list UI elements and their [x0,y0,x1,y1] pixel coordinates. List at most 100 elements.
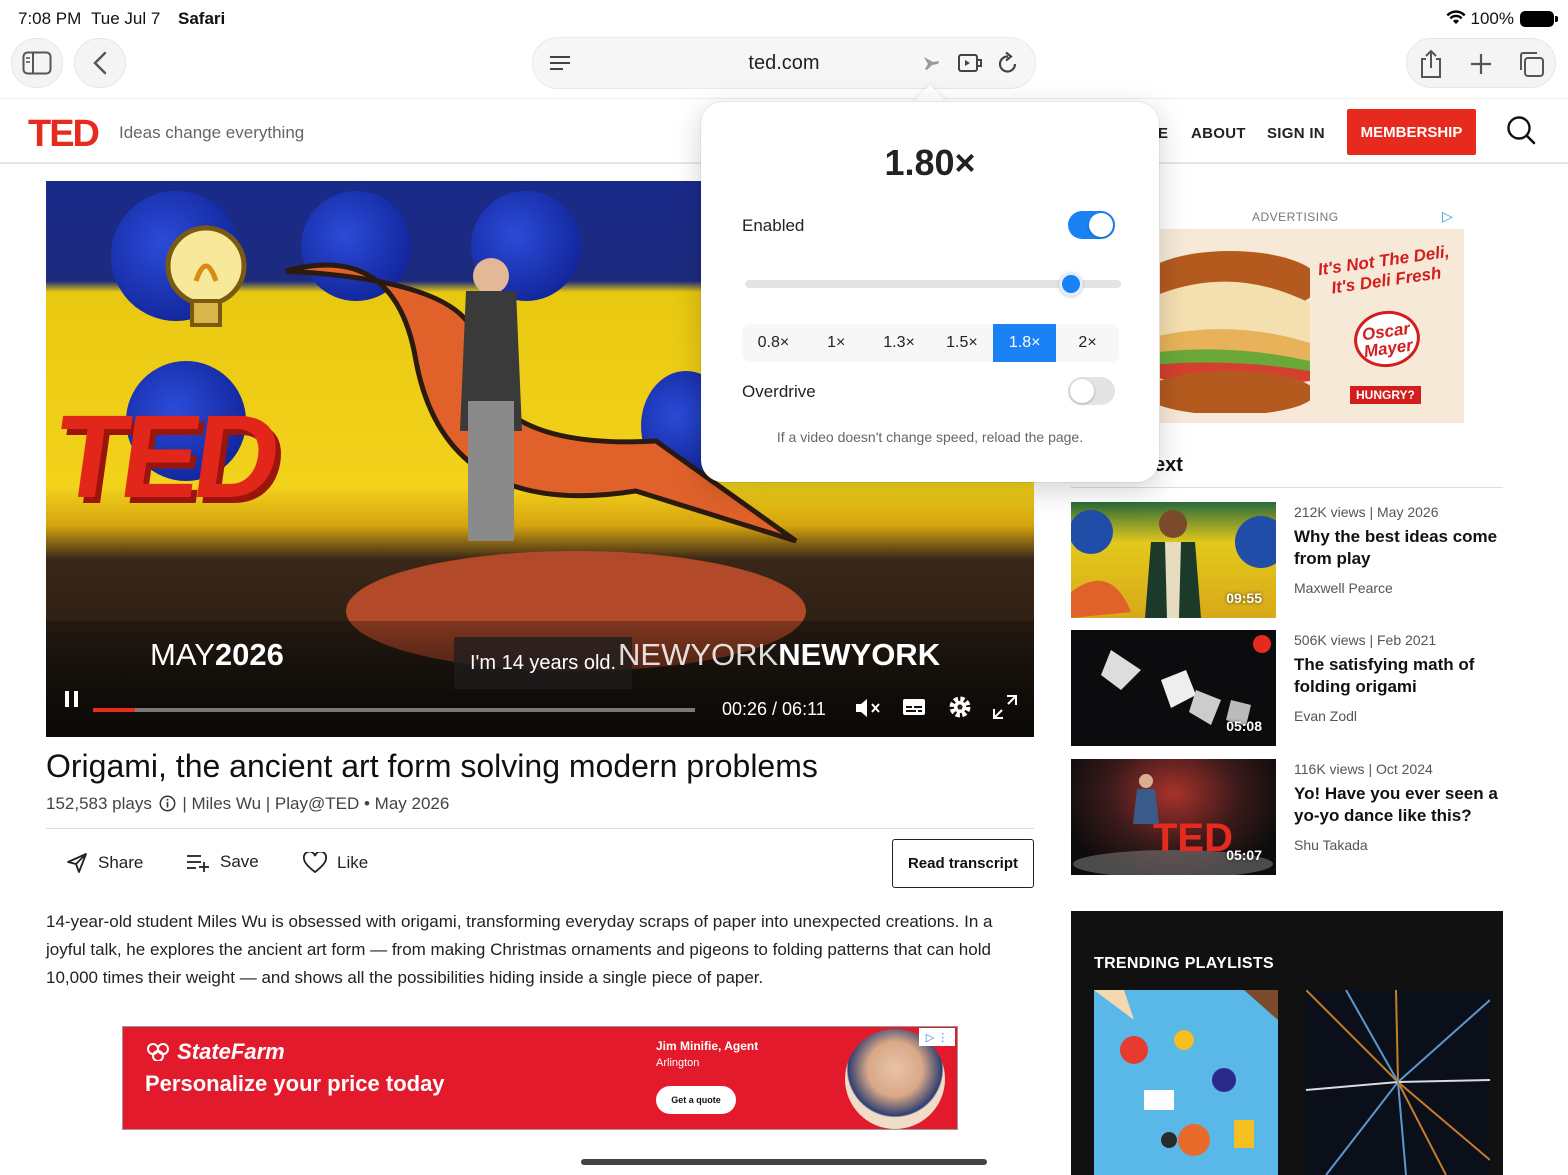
wifi-icon [1446,10,1466,24]
speed-extension-icon[interactable] [957,51,983,75]
video-duration: 05:07 [1226,847,1262,863]
statefarm-ad-banner[interactable]: StateFarm Personalize your price today J… [122,1026,958,1130]
mute-icon[interactable] [854,697,882,719]
site-tagline: Ideas change everything [119,123,305,142]
toolbar-right-group [1406,38,1556,88]
talk-meta-rest: | Miles Wu | Play@TED • May 2026 [182,794,450,813]
video-thumbnail[interactable]: 09:55 [1071,502,1276,618]
talk-title: Origami, the ancient art form solving mo… [46,748,818,784]
video-duration: 09:55 [1226,590,1262,606]
overdrive-toggle[interactable] [1068,377,1115,405]
advertising-label: ADVERTISING [1252,210,1339,224]
status-app: Safari [178,9,226,28]
up-next-item[interactable]: 09:55 212K views | May 2026 Why the best… [1071,502,1503,618]
speed-preset-2[interactable]: 1.3× [868,324,931,362]
fullscreen-icon[interactable] [992,694,1018,720]
video-controls: 00:26 / 06:11 [46,681,1034,737]
captions-icon[interactable] [902,697,926,717]
settings-gear-icon[interactable] [948,695,972,719]
video-overlay-date: MAY2026 [150,637,284,673]
video-title[interactable]: The satisfying math of folding origami [1294,654,1504,698]
share-label: Share [98,853,144,872]
video-meta: 212K views | May 2026 [1294,504,1439,520]
new-tab-icon[interactable] [1469,52,1493,76]
video-speaker: Evan Zodl [1294,708,1358,724]
up-next-item[interactable]: 05:08 506K views | Feb 2021 The satisfyi… [1071,630,1503,746]
address-bar[interactable]: ted.com [532,37,1036,89]
statefarm-logo: StateFarm [145,1039,285,1065]
video-title[interactable]: Why the best ideas come from play [1294,526,1504,570]
video-progress-bar[interactable] [93,708,695,712]
stage-ted-sign: TED [46,391,284,523]
up-next-item[interactable]: TED 05:07 116K views | Oct 2024 Yo! Have… [1071,759,1503,875]
share-icon[interactable] [1419,49,1443,79]
playlist-thumbnail[interactable] [1306,990,1490,1175]
video-speaker: Shu Takada [1294,837,1368,853]
video-duration: 05:08 [1226,718,1262,734]
speed-preset-4[interactable]: 1.8× [993,324,1057,362]
membership-button[interactable]: MEMBERSHIP [1347,109,1476,155]
video-time: 00:26 / 06:11 [722,699,826,719]
enabled-toggle[interactable] [1068,211,1115,239]
playlist-illustration [1094,990,1278,1156]
save-action-button[interactable]: Save [186,852,259,872]
toggle-knob [1089,213,1113,237]
speed-preset-3[interactable]: 1.5× [930,324,993,362]
nav-item-about[interactable]: ABOUT [1191,125,1246,142]
search-icon[interactable] [1506,115,1536,145]
share-action-button[interactable]: Share [66,852,143,874]
home-indicator [581,1159,987,1165]
playlist-illustration [1306,990,1490,1175]
like-action-button[interactable]: Like [303,852,368,874]
playlist-thumbnail[interactable] [1094,990,1278,1175]
overlay-year: 2026 [214,637,284,672]
speed-preset-1[interactable]: 1× [805,324,868,362]
video-thumbnail[interactable]: 05:08 [1071,630,1276,746]
speed-value: 1.80× [884,142,976,183]
nav-item-partial[interactable]: E [1158,125,1168,142]
overdrive-label: Overdrive [742,382,816,401]
statefarm-headline: Personalize your price today [145,1071,445,1096]
nav-item-sign-in[interactable]: SIGN IN [1267,125,1325,142]
sandwich-image [1160,251,1310,413]
speed-presets: 0.8× 1× 1.3× 1.5× 1.8× 2× [742,324,1119,362]
back-button[interactable] [74,38,126,88]
sidebar-toggle-button[interactable] [11,38,63,88]
statefarm-ovals-icon [147,1043,169,1062]
lightbulb-icon [165,225,247,327]
ted-logo[interactable]: TED [28,113,100,156]
overlay-city-light: NEWYORK [618,637,779,672]
reload-icon[interactable] [997,51,1019,75]
sidebar-icon [22,51,52,75]
adchoices-icon[interactable]: ▷ [1442,208,1453,225]
talk-description: 14-year-old student Miles Wu is obsessed… [46,912,993,987]
statefarm-agent: Jim Minifie, Agent [656,1039,759,1053]
chevron-left-icon [93,51,107,75]
svg-text:TED: TED [1153,816,1233,860]
adchoices-icon[interactable]: ▷ ⋮ [919,1028,955,1046]
video-progress-fill [93,708,136,712]
oscar-mayer-logo: Oscar Mayer [1350,306,1424,372]
speed-preset-0[interactable]: 0.8× [742,324,805,362]
battery-percent: 100% [1470,9,1514,28]
get-quote-button[interactable]: Get a quote [656,1086,736,1114]
statefarm-city: Arlington [656,1057,700,1069]
read-transcript-button[interactable]: Read transcript [892,839,1034,888]
tabs-overview-icon[interactable] [1517,50,1545,78]
status-bar: 7:08 PM Tue Jul 7 Safari 100% [0,0,1568,36]
divider [1071,487,1503,488]
video-title[interactable]: Yo! Have you ever seen a yo-yo dance lik… [1294,783,1504,827]
extension-icon[interactable] [921,53,941,73]
video-thumbnail[interactable]: TED 05:07 [1071,759,1276,875]
trending-heading: TRENDING PLAYLISTS [1094,955,1274,972]
oscar-mayer-ad[interactable]: It's Not The Deli, It's Deli Fresh Oscar… [1160,229,1464,423]
save-label: Save [220,852,259,871]
playlist-add-icon [187,855,209,872]
info-icon[interactable] [159,795,176,812]
toggle-knob [1070,379,1094,403]
speed-preset-5[interactable]: 2× [1056,324,1119,362]
speed-slider-thumb[interactable] [1058,272,1083,296]
pause-icon[interactable] [64,690,80,708]
speaker-figure [460,258,522,541]
talk-plays: 152,583 plays [46,794,152,813]
